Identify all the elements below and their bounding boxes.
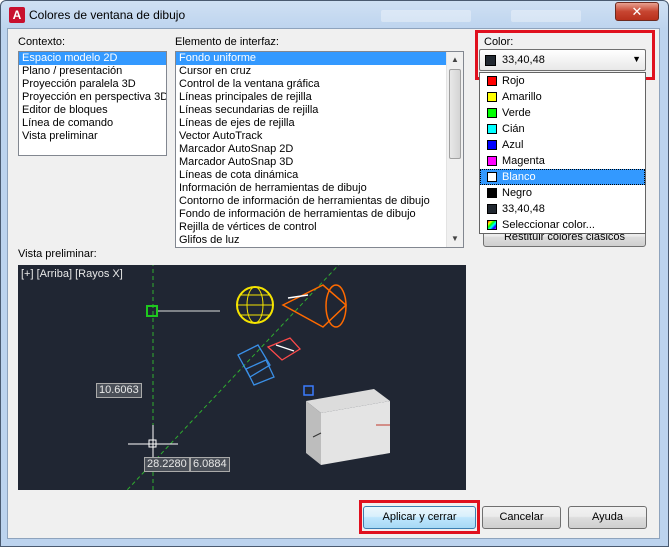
preview-label: Vista preliminar:	[18, 248, 97, 260]
color-wheel-icon	[487, 220, 497, 230]
interface-element-item[interactable]: Contorno de información de herramientas …	[176, 195, 446, 208]
color-option-label: Magenta	[502, 155, 545, 167]
color-swatch	[487, 92, 497, 102]
color-option-label: Seleccionar color...	[502, 219, 595, 231]
color-swatch	[487, 124, 497, 134]
interface-element-item[interactable]: Fondo de información de herramientas de …	[176, 208, 446, 221]
color-swatch	[487, 140, 497, 150]
interface-element-item[interactable]: Rejilla de vértices de control	[176, 221, 446, 234]
color-swatch	[487, 76, 497, 86]
cancel-button[interactable]: Cancelar	[482, 506, 561, 529]
context-item[interactable]: Plano / presentación	[19, 65, 166, 78]
scroll-thumb[interactable]	[449, 69, 461, 159]
interface-element-item[interactable]: Líneas secundarias de rejilla	[176, 104, 446, 117]
dynamic-dimension-value: 28.2280	[144, 457, 190, 472]
dynamic-dimension-value: 6.0884	[190, 457, 230, 472]
scroll-down-arrow-icon[interactable]: ▼	[447, 231, 463, 247]
background-window-ghost	[381, 10, 471, 22]
color-swatch	[487, 172, 497, 182]
color-option-label: Azul	[502, 139, 524, 151]
color-option[interactable]: Amarillo	[480, 89, 645, 105]
preview-scene	[126, 265, 390, 490]
spotlight-small-glyph-icon	[266, 337, 302, 361]
context-item[interactable]: Editor de bloques	[19, 104, 166, 117]
interface-element-listbox[interactable]: Fondo uniforme Cursor en cruz Control de l…	[175, 51, 464, 248]
color-option[interactable]: Verde	[480, 105, 645, 121]
3d-cube-icon	[306, 389, 390, 465]
context-item[interactable]: Vista preliminar	[19, 130, 166, 143]
light-glyph-sphere-icon	[236, 286, 274, 324]
context-item[interactable]: Proyección en perspectiva 3D	[19, 91, 166, 104]
context-label: Contexto:	[18, 36, 66, 48]
interface-element-item[interactable]: Marcador AutoSnap 3D	[176, 156, 446, 169]
close-button[interactable]: ✕	[615, 2, 659, 21]
snap-marker-icon	[146, 305, 158, 317]
interface-scrollbar[interactable]: ▲ ▼	[446, 52, 463, 247]
interface-element-item[interactable]: Control de la ventana gráfica	[176, 78, 446, 91]
color-option[interactable]: Blanco	[480, 169, 645, 185]
interface-element-item[interactable]: Líneas principales de rejilla	[176, 91, 446, 104]
interface-element-item[interactable]: Fondo uniforme	[176, 52, 446, 65]
interface-element-item[interactable]: Vector AutoTrack	[176, 130, 446, 143]
color-option[interactable]: Rojo	[480, 73, 645, 89]
selection-grip-icon	[303, 385, 314, 396]
context-item[interactable]: Línea de comando	[19, 117, 166, 130]
color-option[interactable]: Seleccionar color...	[480, 217, 645, 233]
interface-element-item[interactable]: Cursor en cruz	[176, 65, 446, 78]
dynamic-dimension-value: 10.6063	[96, 383, 142, 398]
color-option-label: Cián	[502, 123, 525, 135]
color-option-label: Blanco	[502, 171, 536, 183]
background-window-ghost	[511, 10, 581, 22]
interface-element-item[interactable]: Información de herramientas de dibujo	[176, 182, 446, 195]
color-option-label: Verde	[502, 107, 531, 119]
color-option-label: Rojo	[502, 75, 525, 87]
color-swatch	[487, 108, 497, 118]
context-item[interactable]: Proyección paralela 3D	[19, 78, 166, 91]
highlight-box-apply	[359, 500, 480, 534]
color-option-label: Negro	[502, 187, 532, 199]
help-button[interactable]: Ayuda	[568, 506, 647, 529]
context-item[interactable]: Espacio modelo 2D	[19, 52, 166, 65]
color-option[interactable]: Magenta	[480, 153, 645, 169]
interface-element-label: Elemento de interfaz:	[175, 36, 279, 48]
color-option-label: 33,40,48	[502, 203, 545, 215]
title-bar[interactable]: A Colores de ventana de dibujo ✕	[1, 1, 668, 29]
spotlight-glyph-icon	[281, 284, 348, 328]
color-option[interactable]: Negro	[480, 185, 645, 201]
autocad-app-icon: A	[9, 7, 25, 23]
color-dropdown-list[interactable]: Rojo Amarillo Verde Cián Azul Magenta Blanco Ne…	[479, 72, 646, 234]
color-swatch	[487, 204, 497, 214]
interface-element-item[interactable]: Líneas de cota dinámica	[176, 169, 446, 182]
interface-element-item[interactable]: Glifos de luz	[176, 234, 446, 247]
context-listbox[interactable]: Espacio modelo 2D Plano / presentación Pro…	[18, 51, 167, 156]
color-option[interactable]: Azul	[480, 137, 645, 153]
dialog-title: Colores de ventana de dibujo	[29, 8, 186, 22]
interface-element-item[interactable]: Líneas de ejes de rejilla	[176, 117, 446, 130]
color-option[interactable]: Cián	[480, 121, 645, 137]
color-swatch	[487, 156, 497, 166]
scroll-up-arrow-icon[interactable]: ▲	[447, 52, 463, 68]
color-option[interactable]: 33,40,48	[480, 201, 645, 217]
camera-glyph-icon	[237, 344, 275, 386]
color-swatch	[487, 188, 497, 198]
preview-viewport: [+] [Arriba] [Rayos X] 10.6063 28.2280 6…	[18, 265, 466, 490]
interface-element-item[interactable]: Marcador AutoSnap 2D	[176, 143, 446, 156]
color-option-label: Amarillo	[502, 91, 542, 103]
